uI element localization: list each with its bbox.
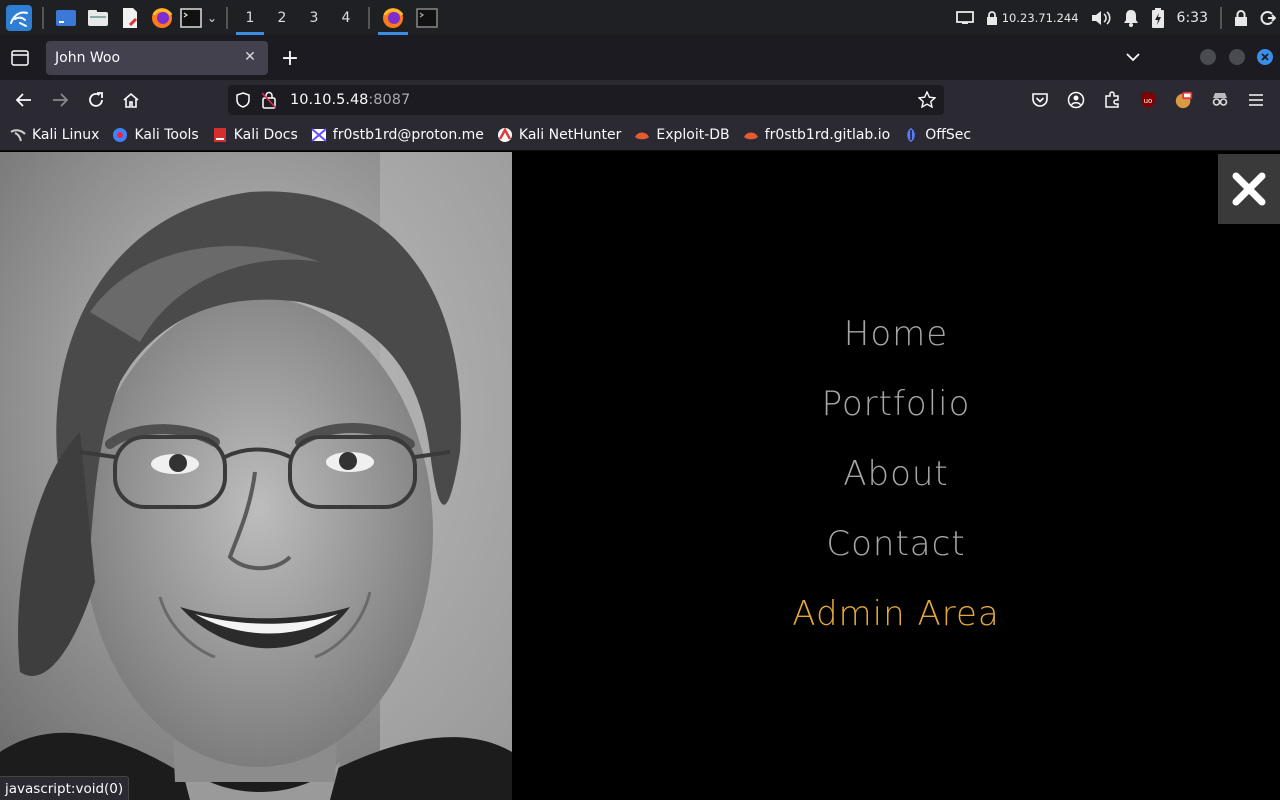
terminal-icon bbox=[180, 7, 202, 28]
back-arrow-icon[interactable] bbox=[14, 90, 34, 110]
proton-icon bbox=[311, 127, 327, 143]
menu-portfolio-link[interactable]: Portfolio bbox=[512, 384, 1280, 424]
gitlab-icon bbox=[743, 127, 759, 143]
desktop-icon bbox=[56, 9, 76, 26]
link-status-bar: javascript:void(0) bbox=[0, 776, 130, 800]
forward-arrow-icon[interactable] bbox=[50, 90, 70, 110]
offsec-icon bbox=[903, 127, 919, 143]
terminal-launcher-button[interactable] bbox=[178, 0, 204, 35]
workspace-3[interactable]: 3 bbox=[298, 0, 330, 35]
firefox-icon bbox=[152, 7, 173, 28]
kali-docs-icon bbox=[212, 127, 228, 143]
svg-text:uo: uo bbox=[1144, 97, 1153, 105]
lock-icon bbox=[986, 10, 997, 25]
system-tray: 10.23.71.244 6:33 bbox=[950, 0, 1280, 35]
bookmark-kali-tools[interactable]: Kali Tools bbox=[112, 127, 199, 143]
list-tabs-chevron-icon[interactable] bbox=[1124, 48, 1142, 66]
browser-tab-bar: John Woo ✕ + bbox=[0, 35, 1280, 80]
folder-icon bbox=[88, 9, 108, 26]
close-menu-button[interactable] bbox=[1218, 154, 1280, 224]
network-indicator[interactable]: 10.23.71.244 bbox=[980, 0, 1085, 35]
minimize-window-button[interactable] bbox=[1200, 49, 1216, 65]
menu-contact-link[interactable]: Contact bbox=[512, 524, 1280, 564]
notifications-bell-icon[interactable] bbox=[1117, 0, 1145, 35]
text-editor-button[interactable] bbox=[114, 0, 146, 35]
hamburger-menu-icon[interactable] bbox=[1246, 90, 1266, 110]
browser-nav-bar: 10.10.5.48:8087 uo bbox=[0, 80, 1280, 120]
bookmark-proton[interactable]: fr0stb1rd@proton.me bbox=[311, 127, 484, 143]
extensions-puzzle-icon[interactable] bbox=[1102, 90, 1122, 110]
panel-separator bbox=[42, 6, 44, 29]
url-bar[interactable]: 10.10.5.48:8087 bbox=[228, 85, 944, 115]
bookmarks-toolbar: Kali Linux Kali Tools Kali Docs fr0stb1r… bbox=[0, 120, 1280, 151]
portrait-photo bbox=[0, 152, 512, 800]
new-tab-icon[interactable]: + bbox=[280, 46, 300, 71]
text-editor-icon bbox=[123, 7, 138, 28]
bookmark-offsec[interactable]: OffSec bbox=[903, 127, 971, 143]
pocket-icon[interactable] bbox=[1030, 90, 1050, 110]
web-page: Home Portfolio About Contact Admin Area … bbox=[0, 152, 1280, 800]
kali-logo-icon bbox=[6, 4, 32, 31]
workspace-4[interactable]: 4 bbox=[330, 0, 362, 35]
firefox-view-icon[interactable] bbox=[10, 49, 30, 67]
menu-home-link[interactable]: Home bbox=[512, 314, 1280, 354]
show-desktop-button[interactable] bbox=[50, 0, 82, 35]
url-host: 10.10.5.48 bbox=[290, 92, 369, 108]
task-firefox[interactable] bbox=[376, 0, 410, 35]
panel-separator bbox=[1220, 6, 1222, 29]
display-icon[interactable] bbox=[950, 0, 980, 35]
top-panel: ⌄ 1 2 3 4 10.23.71.244 6:33 bbox=[0, 0, 1280, 35]
bookmark-star-icon[interactable] bbox=[917, 90, 937, 112]
lock-screen-icon[interactable] bbox=[1228, 0, 1254, 35]
file-manager-button[interactable] bbox=[82, 0, 114, 35]
panel-separator bbox=[226, 6, 228, 29]
close-x-icon bbox=[1232, 172, 1266, 206]
home-icon[interactable] bbox=[121, 90, 141, 110]
cookie-extension-icon[interactable] bbox=[1174, 90, 1194, 110]
nethunter-icon bbox=[497, 127, 513, 143]
ip-address: 10.23.71.244 bbox=[1001, 10, 1079, 25]
chevron-down-icon[interactable]: ⌄ bbox=[204, 0, 220, 35]
insecure-lock-icon[interactable] bbox=[261, 91, 277, 113]
kali-tools-icon bbox=[112, 127, 128, 143]
bookmark-kali-docs[interactable]: Kali Docs bbox=[212, 127, 298, 143]
tab-title: John Woo bbox=[55, 50, 121, 66]
close-tab-icon[interactable]: ✕ bbox=[242, 49, 258, 65]
task-terminal[interactable] bbox=[410, 0, 444, 35]
logout-icon[interactable] bbox=[1254, 0, 1280, 35]
panel-separator bbox=[368, 6, 370, 29]
reload-icon[interactable] bbox=[86, 90, 106, 110]
menu-about-link[interactable]: About bbox=[512, 454, 1280, 494]
overlay-menu: Home Portfolio About Contact Admin Area bbox=[512, 152, 1280, 800]
clock[interactable]: 6:33 bbox=[1171, 0, 1214, 35]
account-icon[interactable] bbox=[1066, 90, 1086, 110]
workspace-2[interactable]: 2 bbox=[266, 0, 298, 35]
tab-john-woo[interactable]: John Woo ✕ bbox=[46, 41, 268, 75]
maximize-window-button[interactable] bbox=[1229, 49, 1245, 65]
workspace-1[interactable]: 1 bbox=[234, 0, 266, 35]
firefox-launcher-button[interactable] bbox=[146, 0, 178, 35]
shield-icon[interactable] bbox=[236, 92, 250, 112]
kali-dragon-icon bbox=[10, 127, 26, 143]
menu-admin-area-link[interactable]: Admin Area bbox=[512, 594, 1280, 634]
ublock-origin-icon[interactable]: uo bbox=[1138, 90, 1158, 110]
bookmark-gitlab-io[interactable]: fr0stb1rd.gitlab.io bbox=[743, 127, 890, 143]
kali-menu-button[interactable] bbox=[2, 0, 36, 35]
battery-icon[interactable] bbox=[1145, 0, 1171, 35]
bookmark-kali-linux[interactable]: Kali Linux bbox=[10, 127, 99, 143]
close-window-button[interactable] bbox=[1257, 49, 1273, 65]
spy-extension-icon[interactable] bbox=[1210, 90, 1230, 110]
terminal-icon bbox=[416, 7, 438, 28]
url-port: :8087 bbox=[368, 92, 411, 108]
close-icon bbox=[1261, 53, 1269, 61]
bookmark-kali-nethunter[interactable]: Kali NetHunter bbox=[497, 127, 621, 143]
exploitdb-icon bbox=[634, 127, 650, 143]
volume-icon[interactable] bbox=[1085, 0, 1117, 35]
firefox-icon bbox=[383, 7, 404, 28]
bookmark-exploit-db[interactable]: Exploit-DB bbox=[634, 127, 730, 143]
